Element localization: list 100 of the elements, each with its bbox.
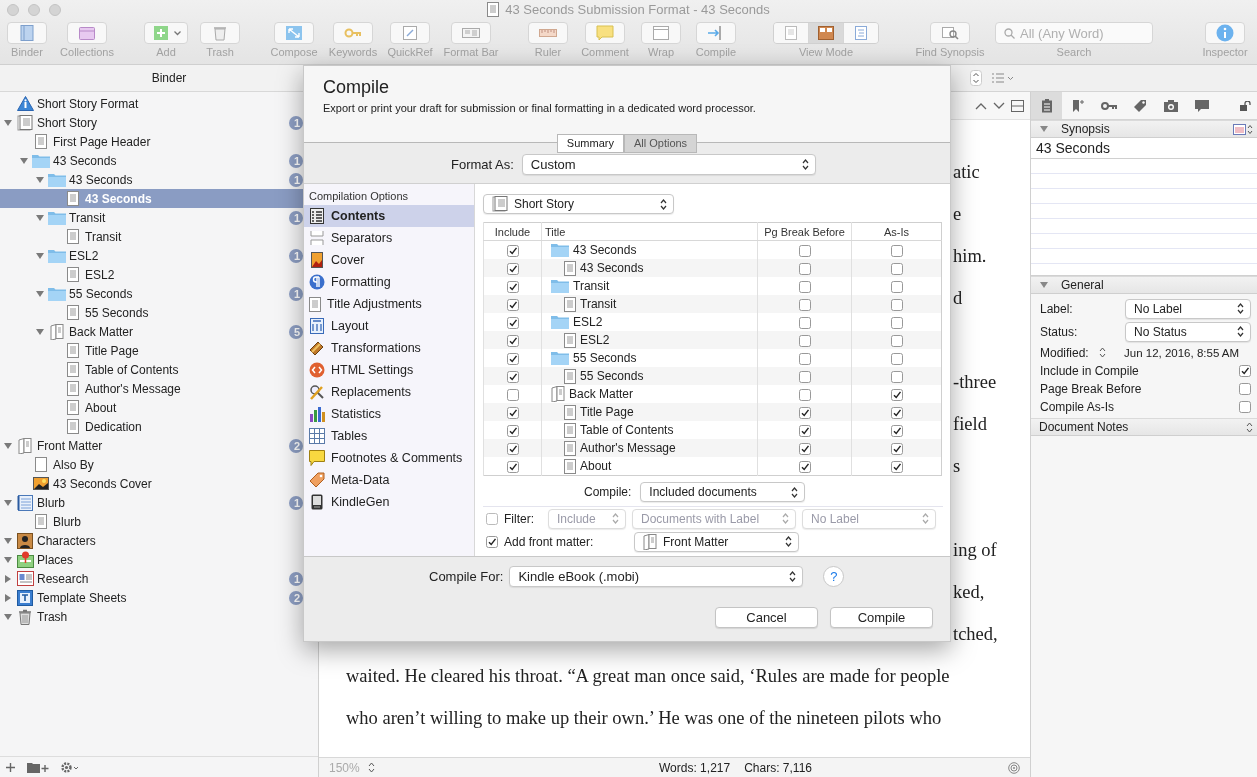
binder-item[interactable]: Research 1 [0, 569, 303, 588]
binder-item[interactable]: ESL2 [0, 265, 303, 284]
binder-item[interactable]: ESL2 1 [0, 246, 303, 265]
checkbox[interactable] [890, 280, 903, 293]
compile-dropdown[interactable]: Included documents [640, 482, 806, 502]
target-icon[interactable] [1008, 761, 1020, 774]
add-icon[interactable] [6, 762, 15, 772]
view-mode-segment[interactable] [808, 23, 843, 43]
checkbox[interactable] [506, 280, 519, 293]
view-mode-segment[interactable] [843, 23, 878, 43]
checkbox[interactable] [506, 244, 519, 257]
options-item[interactable]: HTML Settings [304, 359, 474, 381]
help-button[interactable]: ? [823, 565, 845, 587]
checkbox[interactable] [890, 388, 903, 401]
options-item[interactable]: Title Adjustments [304, 293, 474, 315]
checkbox[interactable] [798, 244, 811, 257]
disclosure-triangle-icon[interactable] [3, 573, 13, 584]
checkbox[interactable] [798, 406, 811, 419]
binder-item[interactable]: Blurb 1 [0, 493, 303, 512]
checkbox[interactable] [890, 460, 903, 473]
column-header[interactable]: Title [541, 222, 758, 241]
column-header[interactable]: Include [483, 222, 542, 241]
checkbox[interactable] [506, 370, 519, 383]
disclosure-triangle-icon[interactable] [35, 250, 45, 261]
disclosure-triangle-icon[interactable] [3, 611, 13, 622]
binder-item[interactable]: Transit [0, 227, 303, 246]
options-item[interactable]: KindleGen [304, 491, 474, 513]
options-item[interactable]: Statistics [304, 403, 474, 425]
binder-item[interactable]: First Page Header [0, 132, 303, 151]
binder-item[interactable]: Short Story 1 [0, 113, 303, 132]
options-item[interactable]: Tables [304, 425, 474, 447]
binder-item[interactable]: Also By [0, 455, 303, 474]
inspector-tab[interactable] [1031, 92, 1062, 119]
binder-item[interactable]: 55 Seconds 1 [0, 284, 303, 303]
checkbox[interactable] [890, 424, 903, 437]
options-item[interactable]: Footnotes & Comments [304, 447, 474, 469]
stepper-icon[interactable] [1098, 347, 1106, 358]
binder-item[interactable]: Blurb [0, 512, 303, 531]
disclosure-triangle-icon[interactable] [19, 155, 29, 166]
synopsis-text[interactable]: 43 Seconds [1031, 138, 1257, 159]
index-card-icon[interactable] [1233, 123, 1253, 135]
options-item[interactable]: Contents [304, 205, 474, 227]
split-icon[interactable] [1011, 99, 1024, 112]
checkbox[interactable] [890, 334, 903, 347]
column-header[interactable]: Pg Break Before [757, 222, 852, 241]
view-mode-control[interactable] [773, 22, 879, 44]
binder-item[interactable]: Characters [0, 531, 303, 550]
options-item[interactable]: Replacements [304, 381, 474, 403]
checkbox[interactable] [1239, 383, 1251, 395]
checkbox[interactable] [506, 352, 519, 365]
binder-item[interactable]: Title Page [0, 341, 303, 360]
column-header[interactable]: As-Is [851, 222, 942, 241]
stepper-icon[interactable] [367, 762, 375, 773]
checkbox[interactable] [506, 442, 519, 455]
checkbox[interactable] [798, 442, 811, 455]
settings-icon[interactable] [61, 761, 79, 773]
disclosure-triangle-icon[interactable] [35, 288, 45, 299]
binder-item[interactable]: Author's Message [0, 379, 303, 398]
list-icon[interactable] [992, 73, 1014, 83]
checkbox[interactable] [506, 388, 519, 401]
disclosure-triangle-icon[interactable] [1039, 281, 1049, 289]
search-field[interactable]: All (Any Word) [995, 22, 1153, 44]
tab[interactable]: Summary [556, 134, 624, 153]
front-matter-dropdown[interactable]: Front Matter [634, 531, 799, 552]
checkbox[interactable] [506, 298, 519, 311]
options-item[interactable]: Meta-Data [304, 469, 474, 491]
label-dropdown[interactable]: No Label [1125, 298, 1251, 319]
binder-item[interactable]: 55 Seconds [0, 303, 303, 322]
checkbox[interactable] [798, 460, 811, 473]
disclosure-triangle-icon[interactable] [3, 440, 13, 451]
binder-item[interactable]: Places [0, 550, 303, 569]
checkbox[interactable] [506, 316, 519, 329]
options-item[interactable]: Separators [304, 227, 474, 249]
checkbox[interactable] [1239, 365, 1251, 377]
checkbox[interactable] [798, 388, 811, 401]
checkbox[interactable] [890, 316, 903, 329]
checkbox[interactable] [798, 424, 811, 437]
options-item[interactable]: Cover [304, 249, 474, 271]
disclosure-triangle-icon[interactable] [3, 592, 13, 603]
checkbox[interactable] [798, 352, 811, 365]
checkbox[interactable] [890, 442, 903, 455]
disclosure-triangle-icon[interactable] [3, 497, 13, 508]
checkbox[interactable] [890, 298, 903, 311]
compile-for-dropdown[interactable]: Kindle eBook (.mobi) [509, 565, 804, 587]
binder-item[interactable]: Back Matter 5 [0, 322, 303, 341]
binder-item[interactable]: 43 Seconds 1 [0, 170, 303, 189]
checkbox[interactable] [506, 262, 519, 275]
binder-item[interactable]: Short Story Format [0, 94, 303, 113]
binder-item[interactable]: Table of Contents [0, 360, 303, 379]
checkbox[interactable] [798, 370, 811, 383]
options-item[interactable]: Layout [304, 315, 474, 337]
binder-item[interactable]: Transit 1 [0, 208, 303, 227]
disclosure-triangle-icon[interactable] [1039, 125, 1049, 133]
add-folder-icon[interactable] [27, 761, 49, 773]
disclosure-triangle-icon[interactable] [35, 212, 45, 223]
checkbox[interactable] [890, 262, 903, 275]
checkbox[interactable] [798, 262, 811, 275]
options-item[interactable]: Formatting [304, 271, 474, 293]
checkbox[interactable] [798, 280, 811, 293]
checkbox[interactable] [798, 316, 811, 329]
